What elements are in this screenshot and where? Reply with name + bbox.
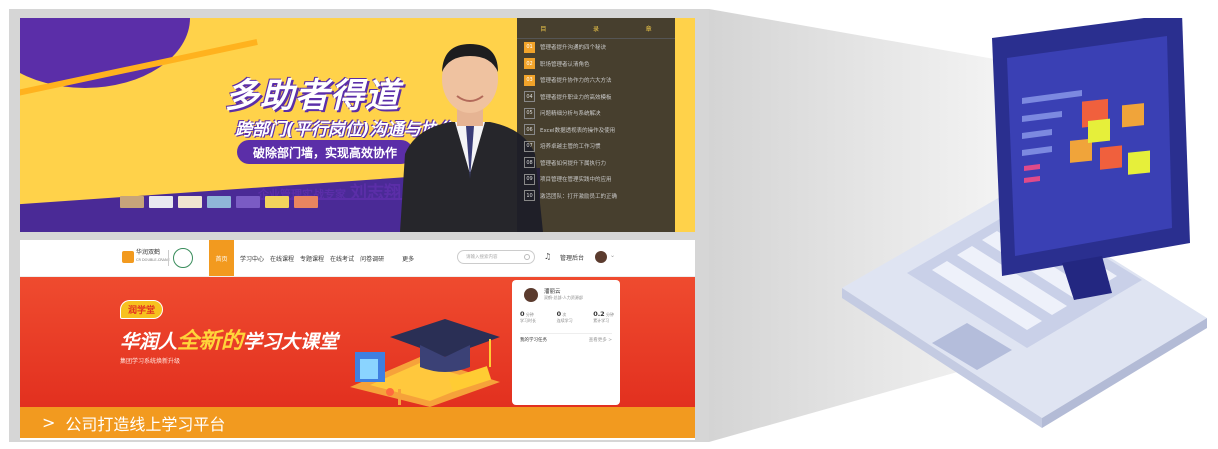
brand-sub: CR DOUBLE-CRANE bbox=[136, 258, 170, 262]
playlist-item[interactable]: 01 管理者提升沟通的四个秘诀 bbox=[517, 39, 675, 56]
graduation-cap-illustration bbox=[350, 319, 500, 407]
hero-title-post: 学习大课堂 bbox=[243, 331, 339, 353]
search-input[interactable]: 请输入搜索内容 bbox=[457, 250, 535, 264]
user-profile-card: 潘丽云 双鹤-总部-人力资源部 0 分钟 学习时长 0 次连续学习 0.2 分钟累… bbox=[512, 280, 620, 405]
learning-stats: 0 分钟 学习时长 0 次连续学习 0.2 分钟 累计学习 bbox=[520, 311, 614, 324]
avatar[interactable] bbox=[595, 251, 607, 263]
nav-item[interactable]: 在线考试 bbox=[330, 254, 354, 263]
course-title: 多助者得道 bbox=[225, 76, 400, 116]
task-label: 我的学习任务 bbox=[520, 338, 547, 343]
playlist-item-title: 问题精细分析与系统解决 bbox=[540, 111, 601, 118]
course-tagline: 破除部门墙，实现高效协作 bbox=[237, 140, 413, 164]
search-icon[interactable] bbox=[524, 254, 530, 260]
playlist-item[interactable]: 03 管理者提升协作力的六大方法 bbox=[517, 72, 675, 89]
playlist-item-title: 培养卓越主管的工作习惯 bbox=[540, 144, 601, 151]
playlist-tab[interactable]: 目 bbox=[540, 24, 546, 33]
nav-home[interactable]: 首页 bbox=[209, 240, 234, 276]
playlist-item[interactable]: 04 管理者提升职业力的高效模板 bbox=[517, 89, 675, 106]
stat-item: 0 分钟 学习时长 bbox=[520, 310, 536, 323]
task-more-link[interactable]: 查看更多 > bbox=[589, 337, 612, 343]
expert-name: 刘志翔 bbox=[350, 183, 401, 203]
nav-item[interactable]: 问卷调研 bbox=[360, 254, 384, 263]
playlist-item[interactable]: 05 问题精细分析与系统解决 bbox=[517, 105, 675, 122]
playlist-item-title: 项目管理在管理实践中的应用 bbox=[540, 177, 612, 184]
course-playlist: 目 录 章 01 管理者提升沟通的四个秘诀 02 职场管理者认清角色 03 管理者提升协作… bbox=[517, 18, 675, 232]
user-name: 潘丽云 bbox=[544, 289, 561, 295]
playlist-item-title: 管理者提升沟通的四个秘诀 bbox=[540, 45, 607, 52]
caption-bar: > 公司打造线上学习平台 bbox=[20, 407, 695, 438]
hero-title-pre: 华润人 bbox=[120, 331, 178, 353]
stat-item: 0.2 分钟 累计学习 bbox=[593, 310, 614, 323]
playlist-item-number: 05 bbox=[524, 107, 535, 119]
banner-decor bbox=[20, 18, 190, 88]
book-thumbnail bbox=[149, 196, 173, 208]
user-department: 双鹤-总部-人力资源部 bbox=[544, 295, 583, 300]
laptop-illustration bbox=[842, 18, 1207, 428]
playlist-item-number: 07 bbox=[524, 140, 535, 152]
nav-item[interactable]: 在线课程 bbox=[270, 254, 294, 263]
hero-banner[interactable]: 润学堂 华润人全新的学习大课堂 集团学习系统焕新升级 潘丽云 双鹤-总部-人力资… bbox=[20, 277, 695, 408]
book-thumbnail bbox=[120, 196, 144, 208]
admin-link[interactable]: 管理后台 bbox=[560, 253, 584, 262]
avatar[interactable] bbox=[524, 288, 538, 302]
playlist-item-title: 激活团队：打开激励员工的正确 bbox=[540, 193, 618, 200]
playlist-item-number: 10 bbox=[524, 190, 535, 202]
book-thumbnail bbox=[294, 196, 318, 208]
hero-badge: 润学堂 bbox=[120, 300, 164, 319]
playlist-item-number: 02 bbox=[524, 58, 535, 70]
playlist-item[interactable]: 08 管理者如何提升下属执行力 bbox=[517, 155, 675, 172]
playlist-item-number: 04 bbox=[524, 91, 535, 103]
nav-menu: 学习中心 在线课程 专题课程 在线考试 问卷调研 更多 bbox=[240, 240, 414, 276]
hero-subtitle: 集团学习系统焕新升级 bbox=[120, 358, 181, 365]
top-nav: 华润双鹤 CR DOUBLE-CRANE 首页 学习中心 在线课程 专题课程 在… bbox=[20, 240, 695, 277]
search-placeholder: 请输入搜索内容 bbox=[466, 255, 498, 260]
arrow-icon: > bbox=[42, 413, 56, 432]
book-thumbnails bbox=[120, 196, 318, 208]
seal-icon bbox=[173, 248, 193, 268]
hero-title: 华润人全新的学习大课堂 bbox=[120, 323, 338, 355]
playlist-item-title: Excel数据透视表的操作及使用 bbox=[540, 127, 616, 134]
caption-text: 公司打造线上学习平台 bbox=[65, 414, 226, 434]
playlist-item-number: 03 bbox=[524, 74, 535, 86]
playlist-item-number: 09 bbox=[524, 173, 535, 185]
playlist-tabs: 目 录 章 bbox=[517, 18, 675, 39]
playlist-item-title: 职场管理者认清角色 bbox=[540, 61, 590, 68]
brand-logo-icon bbox=[122, 251, 134, 263]
playlist-item[interactable]: 10 激活团队：打开激励员工的正确 bbox=[517, 188, 675, 205]
nav-more[interactable]: 更多 bbox=[402, 254, 414, 263]
playlist-item-title: 管理者提升协作力的六大方法 bbox=[540, 78, 612, 85]
brand-name: 华润双鹤 bbox=[136, 249, 161, 256]
playlist-item[interactable]: 06 Excel数据透视表的操作及使用 bbox=[517, 122, 675, 139]
hero-title-highlight: 全新的 bbox=[177, 329, 244, 354]
learning-task-row: 我的学习任务 查看更多 > bbox=[520, 333, 612, 343]
playlist-item[interactable]: 02 职场管理者认清角色 bbox=[517, 56, 675, 73]
playlist-item-number: 06 bbox=[524, 124, 535, 136]
playlist-item-title: 管理者如何提升下属执行力 bbox=[540, 160, 607, 167]
nav-item[interactable]: 学习中心 bbox=[240, 254, 264, 263]
playlist-item-number: 01 bbox=[524, 41, 535, 53]
playlist-item-number: 08 bbox=[524, 157, 535, 169]
divider bbox=[168, 250, 169, 266]
playlist-tab[interactable]: 章 bbox=[646, 24, 652, 33]
book-thumbnail bbox=[236, 196, 260, 208]
stat-item: 0 次连续学习 bbox=[556, 310, 573, 323]
playlist-item-title: 管理者提升职业力的高效模板 bbox=[540, 94, 612, 101]
book-thumbnail bbox=[265, 196, 289, 208]
book-thumbnail bbox=[207, 196, 231, 208]
playlist-item[interactable]: 07 培养卓越主管的工作习惯 bbox=[517, 138, 675, 155]
playlist-tab[interactable]: 录 bbox=[593, 24, 599, 33]
playlist-item[interactable]: 09 项目管理在管理实践中的应用 bbox=[517, 171, 675, 188]
book-thumbnail bbox=[178, 196, 202, 208]
bell-icon[interactable]: ♫ bbox=[544, 252, 551, 261]
nav-item[interactable]: 专题课程 bbox=[300, 254, 324, 263]
chevron-down-icon[interactable]: ⌄ bbox=[610, 252, 615, 259]
